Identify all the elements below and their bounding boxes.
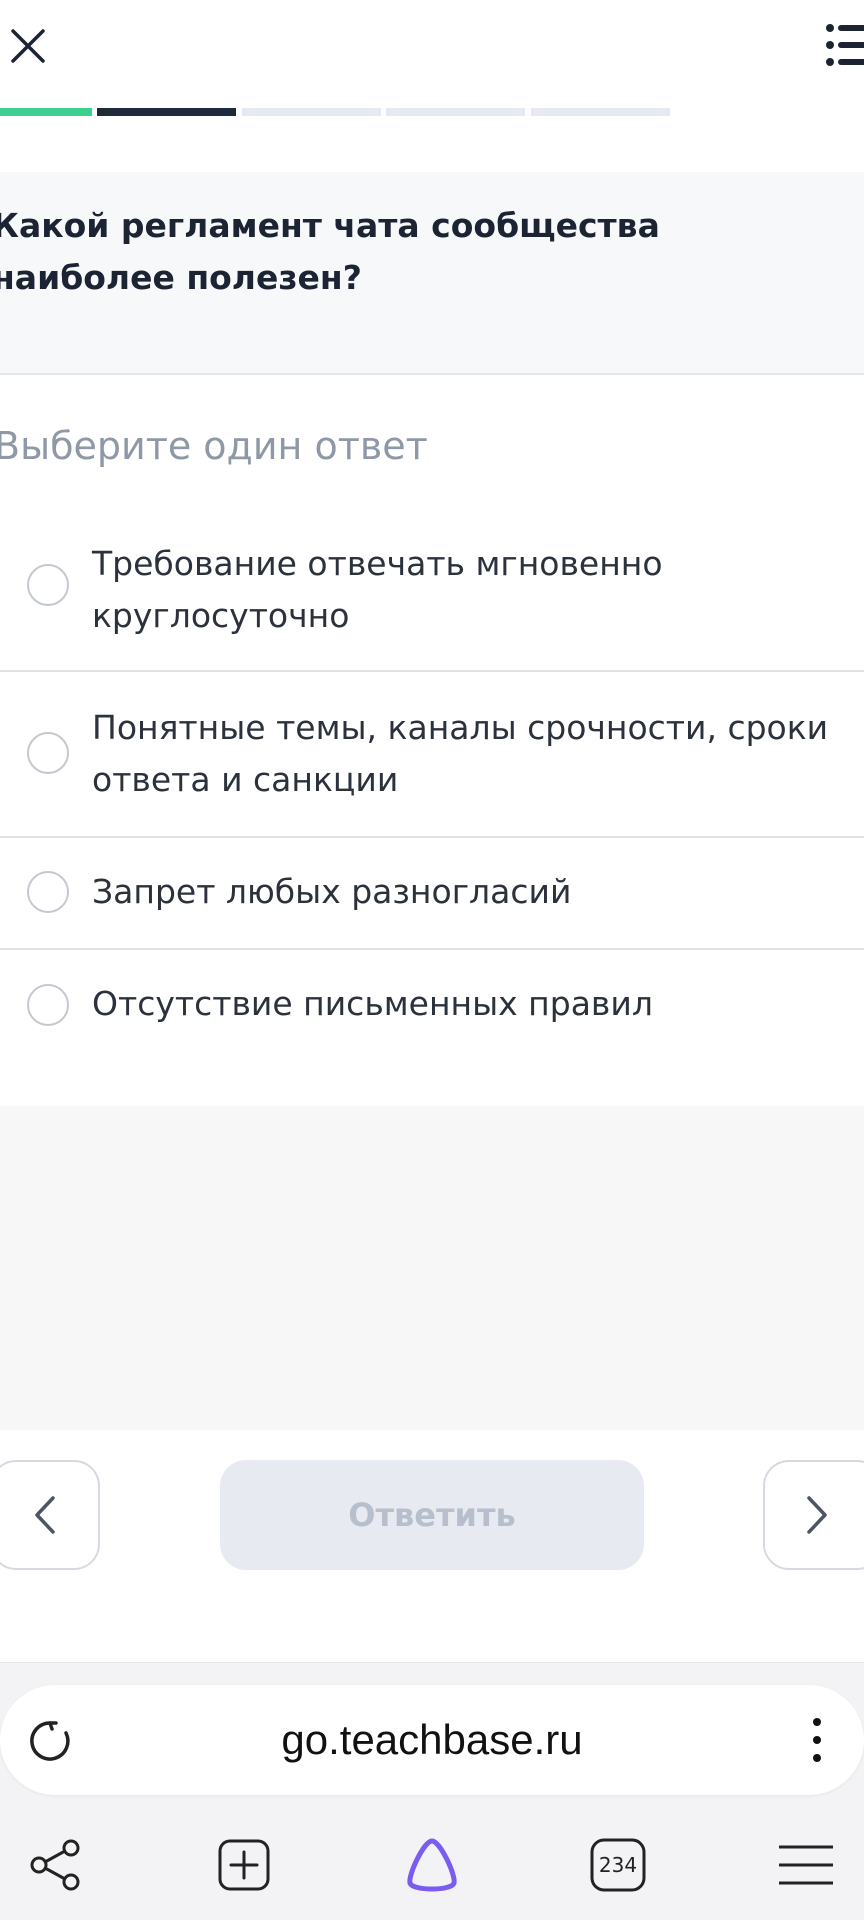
answer-option[interactable]: Требование отвечать мгновенно круглосуто… (0, 512, 864, 672)
chevron-right-icon (807, 1496, 827, 1534)
answer-option[interactable]: Отсутствие письменных правил (0, 950, 864, 1070)
hamburger-icon (779, 1845, 833, 1885)
progress-segment (386, 108, 525, 116)
tab-count: 234 (598, 1853, 638, 1877)
answer-option[interactable]: Запрет любых разногласий (0, 838, 864, 950)
progress-segment (97, 108, 236, 116)
question-block: Какой регламент чата сообщества наиболее… (0, 172, 864, 375)
quiz-navigation: Ответить (0, 1430, 864, 1662)
tabs-button[interactable]: 234 (588, 1835, 648, 1895)
radio-button[interactable] (27, 984, 69, 1026)
option-label: Требование отвечать мгновенно круглосуто… (92, 544, 663, 635)
radio-button[interactable] (27, 871, 69, 913)
progress-bar (0, 108, 864, 116)
quiz-page: Какой регламент чата сообщества наиболее… (0, 0, 864, 1920)
option-label: Понятные темы, каналы срочности, сроки о… (92, 708, 829, 799)
option-label: Запрет любых разногласий (92, 872, 572, 911)
plus-square-icon (218, 1839, 270, 1891)
radio-button[interactable] (27, 732, 69, 774)
close-button[interactable] (6, 24, 50, 68)
new-tab-button[interactable] (214, 1835, 274, 1895)
answer-button[interactable]: Ответить (220, 1460, 644, 1570)
url-text: go.teachbase.ru (281, 1716, 583, 1763)
top-bar (0, 0, 864, 100)
close-icon (11, 29, 45, 63)
share-icon (30, 1839, 80, 1891)
empty-area (0, 1106, 864, 1430)
answer-hint: Выберите один ответ (0, 424, 428, 468)
browser-toolbar: go.teachbase.ru 234 (0, 1662, 864, 1920)
previous-button[interactable] (0, 1460, 100, 1570)
alice-icon (407, 1838, 457, 1892)
question-title: Какой регламент чата сообщества наиболее… (0, 206, 660, 297)
radio-button[interactable] (27, 564, 69, 606)
list-icon (826, 24, 864, 66)
browser-bottom-bar: 234 (0, 1823, 864, 1913)
answer-option[interactable]: Понятные темы, каналы срочности, сроки о… (0, 672, 864, 838)
progress-segment (531, 108, 670, 116)
chevron-left-icon (35, 1496, 55, 1534)
question-list-button[interactable] (820, 20, 864, 70)
share-button[interactable] (26, 1835, 86, 1895)
assistant-button[interactable] (402, 1835, 462, 1895)
progress-segment (242, 108, 381, 116)
address-bar[interactable]: go.teachbase.ru (0, 1685, 864, 1795)
menu-button[interactable] (776, 1835, 836, 1895)
progress-segment (0, 108, 92, 116)
next-button[interactable] (763, 1460, 864, 1570)
more-vertical-icon[interactable] (800, 1715, 834, 1765)
answer-options: Требование отвечать мгновенно круглосуто… (0, 512, 864, 1070)
option-label: Отсутствие письменных правил (92, 984, 653, 1023)
